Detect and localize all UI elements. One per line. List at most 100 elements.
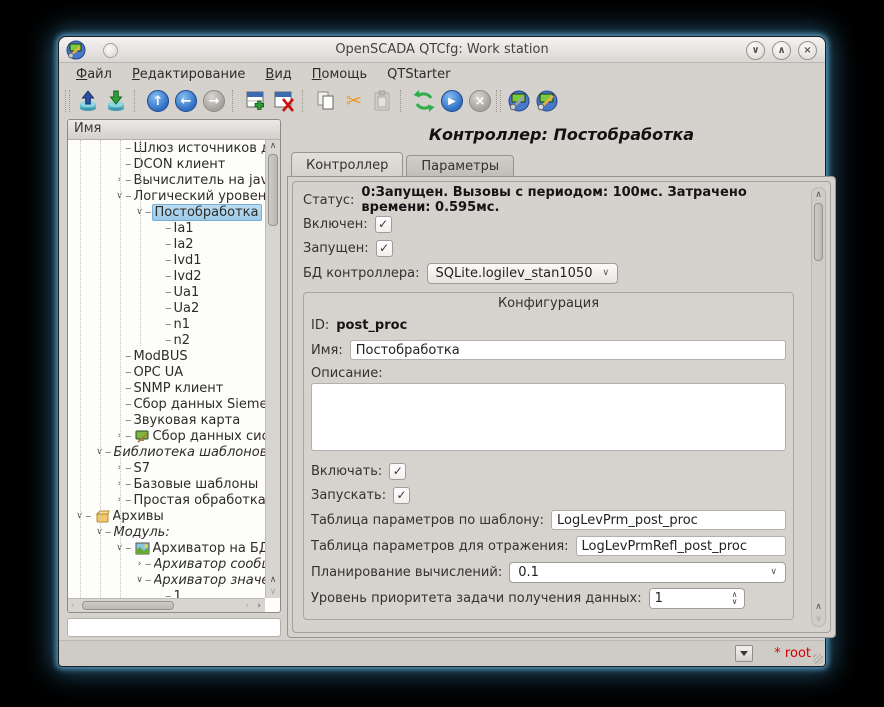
back-button[interactable]: ← bbox=[172, 88, 200, 114]
forward-button[interactable]: → bbox=[200, 88, 228, 114]
menu-item[interactable]: QTStarter bbox=[378, 65, 459, 84]
tree-item[interactable]: ›–Базовые шаблоны bbox=[68, 476, 265, 492]
scroll-left-icon[interactable]: ‹ bbox=[71, 599, 75, 613]
tree-item[interactable]: –n2 bbox=[68, 332, 265, 348]
menu-item[interactable]: Файл bbox=[67, 65, 121, 84]
menu-item[interactable]: Помощь bbox=[303, 65, 376, 84]
tree-item-label: n2 bbox=[174, 333, 191, 348]
delete-item-button[interactable] bbox=[270, 88, 298, 114]
table-template-input[interactable] bbox=[551, 510, 786, 530]
scroll-up-icon[interactable]: ∧ bbox=[266, 140, 280, 152]
tree-item[interactable]: –SNMP клиент bbox=[68, 380, 265, 396]
resize-grip[interactable] bbox=[813, 654, 823, 664]
tree-item[interactable]: –n1 bbox=[68, 316, 265, 332]
priority-input[interactable] bbox=[650, 589, 726, 608]
branch-line: – bbox=[125, 541, 132, 556]
close-button[interactable]: × bbox=[798, 41, 817, 60]
toolbar-separator bbox=[302, 90, 309, 112]
tree-item[interactable]: –Ia1 bbox=[68, 220, 265, 236]
tab-parameters[interactable]: Параметры bbox=[406, 155, 514, 176]
tree-horizontal-scrollbar[interactable]: ‹ ‹ › bbox=[68, 598, 265, 612]
tree-item[interactable]: –Шлюз источников данн bbox=[68, 140, 265, 156]
tree-item[interactable]: ›–Сбор данных систе bbox=[68, 428, 265, 444]
copy-button[interactable] bbox=[312, 88, 340, 114]
tree-item[interactable]: –Звуковая карта bbox=[68, 412, 265, 428]
menu-bar: ФайлРедактированиеВидПомощьQTStarter bbox=[59, 63, 825, 85]
tree-item[interactable]: ∨–Архивы bbox=[68, 508, 265, 524]
collapse-icon[interactable]: ∨ bbox=[134, 575, 145, 585]
tree-item[interactable]: ∨–Модуль: bbox=[68, 524, 265, 540]
priority-spinbox[interactable]: ∧ ∨ bbox=[649, 588, 745, 609]
tree-item[interactable]: ›–Простая обработка bbox=[68, 492, 265, 508]
add-item-button[interactable] bbox=[242, 88, 270, 114]
tree-item[interactable]: ›–Вычислитель на java по bbox=[68, 172, 265, 188]
description-textarea[interactable] bbox=[311, 383, 786, 451]
tree-header[interactable]: Имя bbox=[68, 120, 280, 140]
scroll-left-icon[interactable]: ‹ bbox=[245, 599, 249, 613]
paste-button[interactable] bbox=[368, 88, 396, 114]
scroll-up-icon[interactable]: ∧ bbox=[266, 574, 280, 586]
panel-splitter[interactable] bbox=[282, 117, 286, 638]
table-reflection-input[interactable] bbox=[576, 536, 786, 556]
name-input[interactable] bbox=[350, 340, 786, 360]
stop-button[interactable]: × bbox=[466, 88, 494, 114]
run-checkbox[interactable]: ✓ bbox=[393, 487, 410, 504]
maximize-button[interactable]: ∧ bbox=[772, 41, 791, 60]
toolbar-handle[interactable] bbox=[496, 90, 501, 112]
scrollbar-thumb[interactable] bbox=[814, 203, 823, 261]
menu-item[interactable]: Редактирование bbox=[123, 65, 254, 84]
tree-item[interactable]: –Ivd1 bbox=[68, 252, 265, 268]
tree-item-label: n1 bbox=[174, 317, 191, 332]
schedule-combobox[interactable]: 0.1 ∨ bbox=[509, 562, 786, 583]
scroll-up-icon[interactable]: ∧ bbox=[812, 601, 825, 613]
tree-item[interactable]: –Ivd2 bbox=[68, 268, 265, 284]
tree-filter-input[interactable] bbox=[67, 618, 281, 637]
enabled-checkbox[interactable]: ✓ bbox=[375, 216, 392, 233]
tree-item[interactable]: –Ua2 bbox=[68, 300, 265, 316]
scroll-right-icon[interactable]: › bbox=[257, 599, 261, 613]
scroll-up-icon[interactable]: ∧ bbox=[812, 189, 825, 201]
cut-button[interactable]: ✂ bbox=[340, 88, 368, 114]
tree-item[interactable]: ∨–Библиотека шаблонов: bbox=[68, 444, 265, 460]
tree-item[interactable]: –Ia2 bbox=[68, 236, 265, 252]
refresh-button[interactable] bbox=[410, 88, 438, 114]
tree-item[interactable]: ∨–Постобработка bbox=[68, 204, 265, 220]
scrollbar-thumb[interactable] bbox=[268, 154, 278, 226]
menu-item[interactable]: Вид bbox=[256, 65, 300, 84]
tree-item[interactable]: –1 bbox=[68, 588, 265, 598]
title-bar[interactable]: OpenSCADA QTCfg: Work station ∨ ∧ × bbox=[59, 37, 825, 63]
shade-button[interactable]: ∨ bbox=[746, 41, 765, 60]
scroll-down-icon[interactable]: ∨ bbox=[812, 613, 825, 625]
tree-item[interactable]: ›–S7 bbox=[68, 460, 265, 476]
tree-item[interactable]: –Ua1 bbox=[68, 284, 265, 300]
load-button[interactable] bbox=[74, 88, 102, 114]
tree-item[interactable]: –Сбор данных Siemens bbox=[68, 396, 265, 412]
start-button[interactable]: ▶ bbox=[438, 88, 466, 114]
tree-item[interactable]: ›–Архиватор сообще bbox=[68, 556, 265, 572]
tab-controller[interactable]: Контроллер bbox=[291, 152, 403, 176]
spin-down-icon[interactable]: ∨ bbox=[732, 598, 738, 605]
vision-window-button[interactable] bbox=[533, 88, 561, 114]
qtcfg-window-button[interactable] bbox=[505, 88, 533, 114]
controller-db-select[interactable]: SQLite.logilev_stan1050 ∨ bbox=[427, 263, 619, 284]
tree-item[interactable]: –DCON клиент bbox=[68, 156, 265, 172]
tree-item[interactable]: ∨–Логический уровень bbox=[68, 188, 265, 204]
save-button[interactable] bbox=[102, 88, 130, 114]
form-vertical-scrollbar[interactable]: ∧ ∧ ∨ bbox=[811, 187, 826, 627]
branch-line: – bbox=[125, 365, 132, 380]
expand-icon[interactable]: › bbox=[134, 559, 145, 569]
tree-item[interactable]: –OPC UA bbox=[68, 364, 265, 380]
up-button[interactable]: ↑ bbox=[144, 88, 172, 114]
tree-item[interactable]: ∨–Архиватор на БД bbox=[68, 540, 265, 556]
tree-item[interactable]: ∨–Архиватор значени bbox=[68, 572, 265, 588]
tree-item-label: 1 bbox=[174, 589, 182, 599]
scroll-down-icon[interactable]: ∨ bbox=[266, 586, 280, 598]
branch-line: – bbox=[125, 477, 132, 492]
scrollbar-thumb[interactable] bbox=[82, 601, 174, 610]
tree-vertical-scrollbar[interactable]: ∧ ∧ ∨ bbox=[265, 140, 280, 598]
enable-checkbox[interactable]: ✓ bbox=[389, 463, 406, 480]
tree-item[interactable]: –ModBUS bbox=[68, 348, 265, 364]
user-dropdown-button[interactable] bbox=[735, 645, 753, 662]
toolbar-handle[interactable] bbox=[65, 90, 70, 112]
running-checkbox[interactable]: ✓ bbox=[376, 240, 393, 257]
